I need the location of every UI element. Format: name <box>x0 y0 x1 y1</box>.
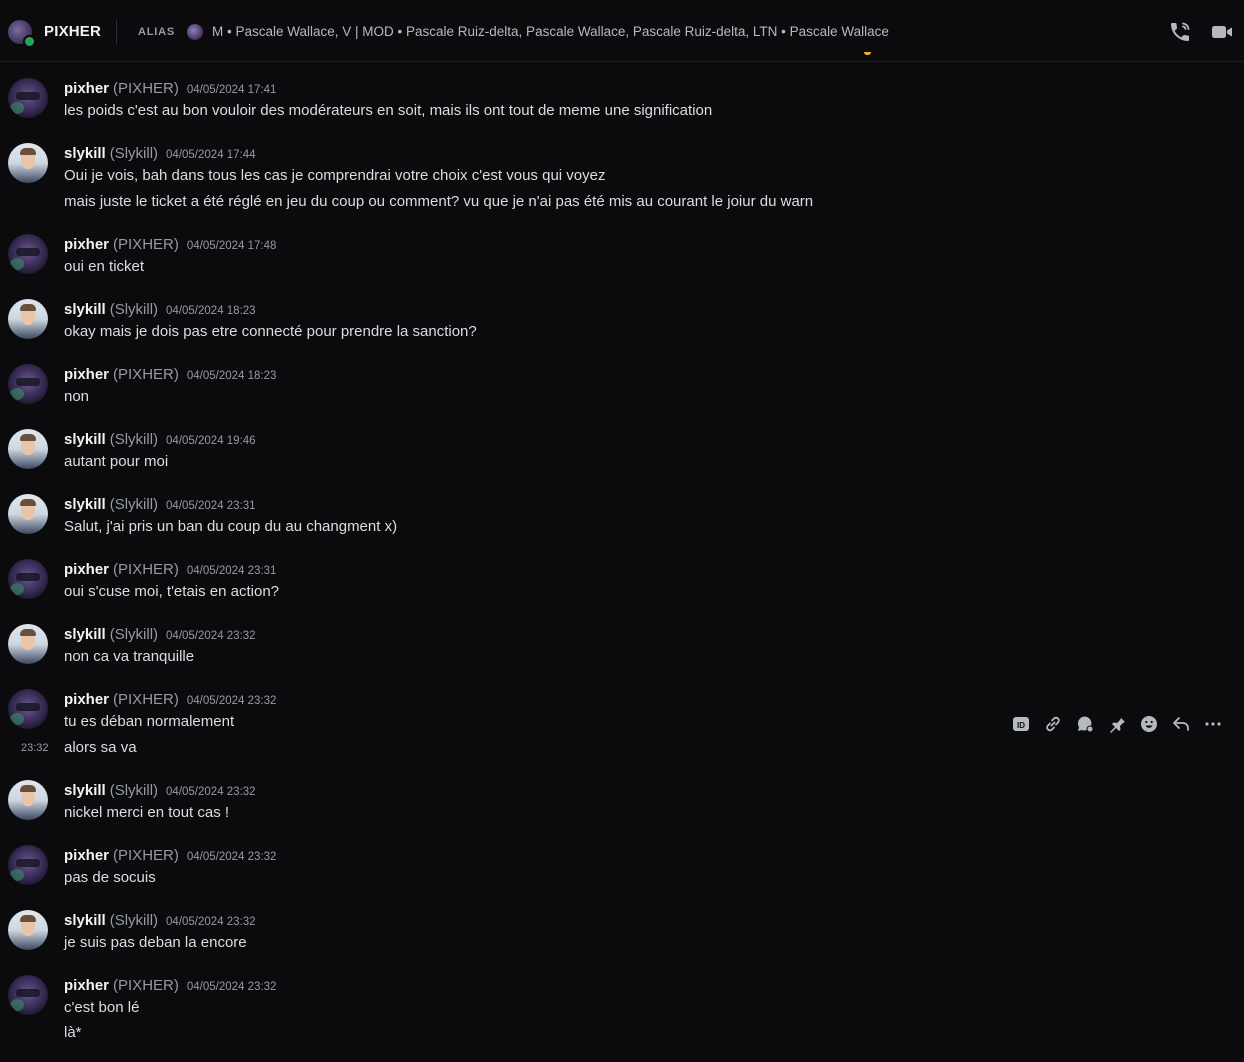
message-alias: (PIXHER) <box>113 366 179 383</box>
message-author[interactable]: pixher <box>64 977 109 994</box>
message-author[interactable]: slykill <box>64 301 106 318</box>
avatar[interactable] <box>8 429 48 469</box>
avatar[interactable] <box>8 494 48 534</box>
message-alias: (Slykill) <box>109 626 159 643</box>
message-timestamp[interactable]: 04/05/2024 23:31 <box>166 500 256 512</box>
avatar[interactable] <box>8 143 48 183</box>
message-author[interactable]: pixher <box>64 366 109 383</box>
message-text: non <box>64 388 90 405</box>
avatar[interactable] <box>8 780 48 820</box>
copy-link-icon[interactable] <box>1042 713 1064 735</box>
avatar[interactable] <box>8 299 48 339</box>
message-text: autant pour moi <box>64 453 169 470</box>
alias-text: M • Pascale Wallace, V | MOD • Pascale R… <box>212 24 889 39</box>
pin-icon[interactable] <box>1106 713 1128 735</box>
message-timestamp[interactable]: 04/05/2024 17:44 <box>166 149 256 161</box>
message-alias: (Slykill) <box>109 145 159 162</box>
avatar[interactable] <box>8 559 48 599</box>
message-text: nickel merci en tout cas ! <box>64 804 230 821</box>
message-alias: (Slykill) <box>109 431 159 448</box>
message-timestamp[interactable]: 04/05/2024 23:32 <box>166 916 256 928</box>
message-author[interactable]: slykill <box>64 912 106 929</box>
avatar[interactable] <box>8 845 48 885</box>
message-text: oui en ticket <box>64 258 145 275</box>
message-author[interactable]: pixher <box>64 691 109 708</box>
message-author[interactable]: slykill <box>64 145 106 162</box>
message-timestamp[interactable]: 04/05/2024 19:46 <box>166 435 256 447</box>
message-timestamp[interactable]: 04/05/2024 23:32 <box>166 630 256 642</box>
message-author[interactable]: slykill <box>64 782 106 799</box>
avatar[interactable] <box>8 975 48 1015</box>
message-alias: (PIXHER) <box>113 80 179 97</box>
more-options-icon[interactable] <box>1202 713 1224 735</box>
message-text: là* <box>64 1024 82 1041</box>
message-timestamp[interactable]: 04/05/2024 23:32 <box>166 786 256 798</box>
message-timestamp[interactable]: 04/05/2024 17:48 <box>187 240 277 252</box>
message-text: alors sa va <box>64 739 137 756</box>
add-reaction-icon[interactable] <box>1138 713 1160 735</box>
message-alias: (PIXHER) <box>113 977 179 994</box>
message-timestamp[interactable]: 04/05/2024 18:23 <box>166 305 256 317</box>
message-text: oui s'cuse moi, t'etais en action? <box>64 583 280 600</box>
avatar[interactable] <box>8 78 48 118</box>
header-divider <box>116 20 117 44</box>
create-thread-icon[interactable] <box>1074 713 1096 735</box>
message-author[interactable]: slykill <box>64 496 106 513</box>
avatar[interactable] <box>8 910 48 950</box>
message-text: okay mais je dois pas etre connecté pour… <box>64 323 477 340</box>
message-timestamp[interactable]: 04/05/2024 17:41 <box>187 84 277 96</box>
avatar[interactable] <box>8 234 48 274</box>
copy-id-icon[interactable]: ID <box>1010 713 1032 735</box>
scroll-accent-mark <box>864 52 871 55</box>
message-alias: (PIXHER) <box>113 847 179 864</box>
phone-call-icon[interactable] <box>1168 20 1192 49</box>
message-timestamp[interactable]: 04/05/2024 23:32 <box>187 695 277 707</box>
channel-header: PIXHER ALIAS M • Pascale Wallace, V | MO… <box>0 0 1244 62</box>
message-author[interactable]: pixher <box>64 80 109 97</box>
message-timestamp[interactable]: 04/05/2024 23:31 <box>187 565 277 577</box>
message-text: tu es déban normalement <box>64 713 235 730</box>
online-status-icon <box>23 35 36 48</box>
reply-icon[interactable] <box>1170 713 1192 735</box>
message-text: non ca va tranquille <box>64 648 195 665</box>
avatar[interactable] <box>8 624 48 664</box>
message-text: Oui je vois, bah dans tous les cas je co… <box>64 167 606 184</box>
message-text: mais juste le ticket a été réglé en jeu … <box>64 193 814 210</box>
message-alias: (PIXHER) <box>113 236 179 253</box>
alias-avatar <box>187 24 203 40</box>
message-alias: (Slykill) <box>109 782 159 799</box>
message-author[interactable]: pixher <box>64 236 109 253</box>
message-alias: (Slykill) <box>109 301 159 318</box>
message-timestamp[interactable]: 04/05/2024 23:32 <box>187 981 277 993</box>
message-alias: (Slykill) <box>109 912 159 929</box>
message-author[interactable]: pixher <box>64 561 109 578</box>
message-text: je suis pas deban la encore <box>64 934 247 951</box>
message-author[interactable]: slykill <box>64 626 106 643</box>
svg-text:ID: ID <box>1017 721 1025 730</box>
message-action-toolbar: ID <box>1010 713 1224 735</box>
message-alias: (PIXHER) <box>113 561 179 578</box>
hover-timestamp[interactable]: 23:32 <box>21 742 49 754</box>
video-camera-icon[interactable] <box>1210 20 1234 49</box>
message-alias: (PIXHER) <box>113 691 179 708</box>
message-timestamp[interactable]: 04/05/2024 23:32 <box>187 851 277 863</box>
message-text: Salut, j'ai pris un ban du coup du au ch… <box>64 518 398 535</box>
channel-title[interactable]: PIXHER <box>44 23 101 40</box>
message-author[interactable]: pixher <box>64 847 109 864</box>
message-text: c'est bon lé <box>64 999 140 1016</box>
message-timestamp[interactable]: 04/05/2024 18:23 <box>187 370 277 382</box>
avatar[interactable] <box>8 689 48 729</box>
message-text: pas de socuis <box>64 869 156 886</box>
avatar[interactable] <box>8 364 48 404</box>
message-text: les poids c'est au bon vouloir des modér… <box>64 102 713 119</box>
message-author[interactable]: slykill <box>64 431 106 448</box>
alias-label: ALIAS <box>138 26 175 38</box>
message-alias: (Slykill) <box>109 496 159 513</box>
